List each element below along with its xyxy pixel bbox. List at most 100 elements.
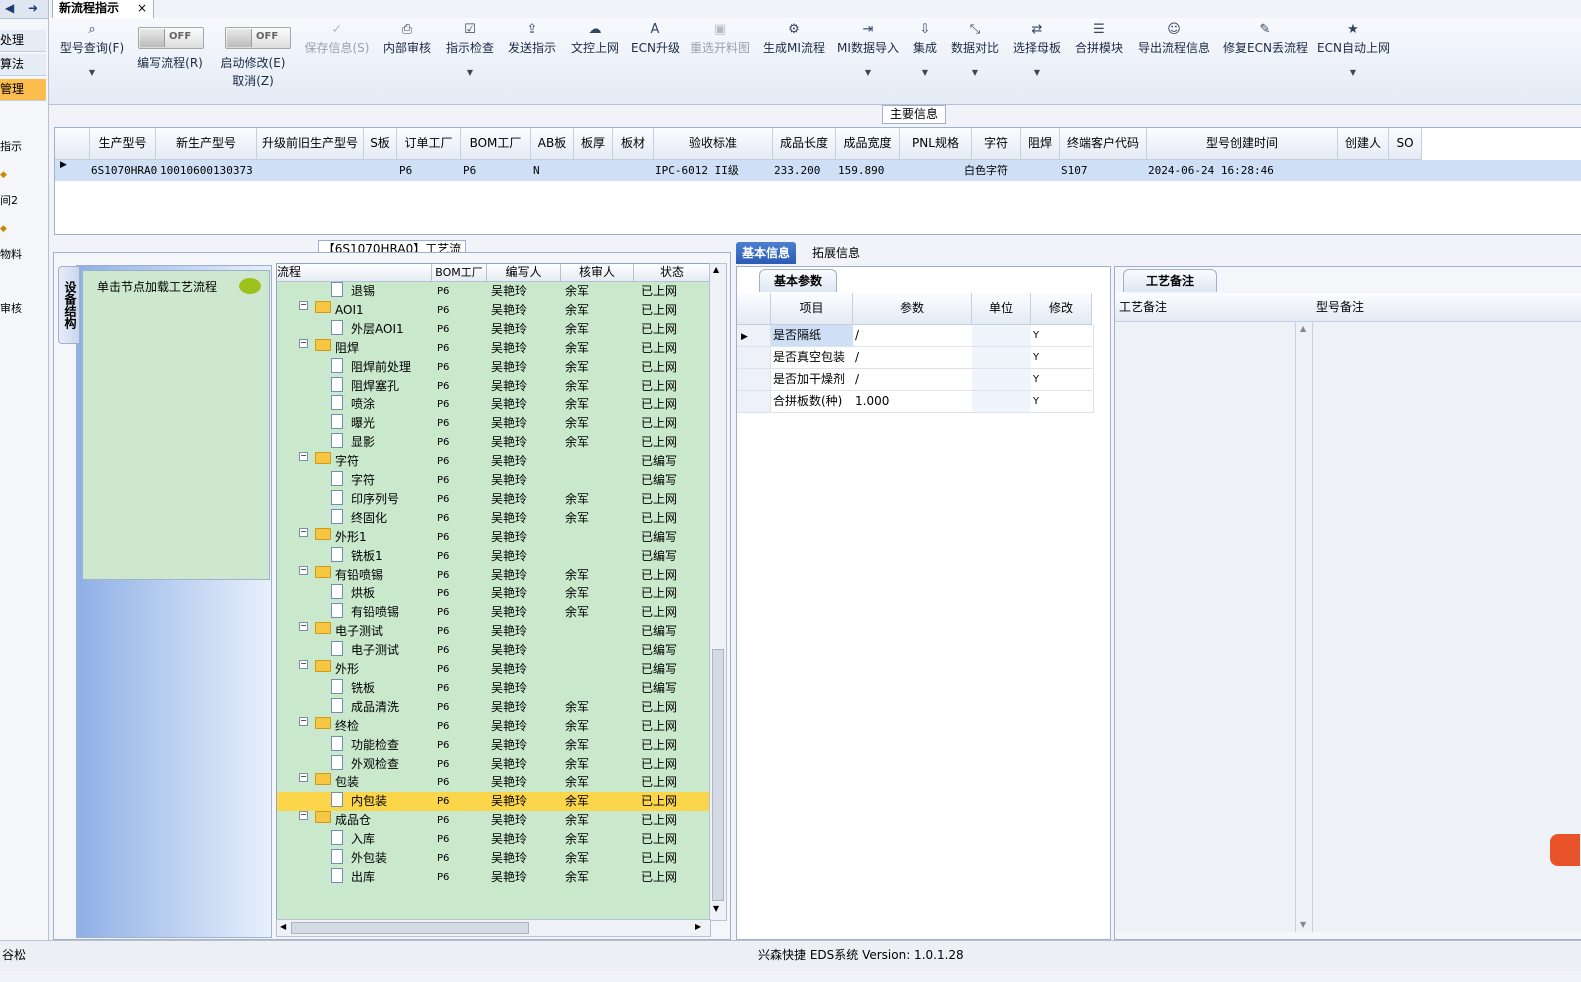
col-header[interactable]: 板材: [613, 128, 654, 160]
tree-row[interactable]: − 包装 P6 吴艳玲 余军 已上网: [277, 773, 710, 792]
tab-extended-info[interactable]: 拓展信息: [806, 242, 866, 264]
param-value-cell[interactable]: /: [853, 347, 974, 369]
instruction-check-button[interactable]: ☑ 指示检查 ▼: [444, 21, 496, 77]
nav-item-management[interactable]: 管理: [0, 79, 46, 101]
tree-row[interactable]: 喷涂 P6 吴艳玲 余军 已上网: [277, 395, 710, 414]
tree-row[interactable]: 有铅喷锡 P6 吴艳玲 余军 已上网: [277, 603, 710, 622]
scroll-thumb[interactable]: [291, 922, 529, 934]
tree-row[interactable]: 外观检查 P6 吴艳玲 余军 已上网: [277, 754, 710, 774]
row-indicator[interactable]: [737, 369, 771, 391]
tree-row[interactable]: 阻焊前处理 P6 吴艳玲 余军 已上网: [277, 357, 710, 377]
tree-row[interactable]: 印序列号 P6 吴艳玲 余军 已上网: [277, 489, 710, 509]
scroll-right-icon[interactable]: ▶: [695, 922, 701, 931]
tree-row[interactable]: 烘板 P6 吴艳玲 余军 已上网: [277, 584, 710, 603]
auto-modify-toggle[interactable]: OFF: [225, 27, 291, 49]
model-notes-area[interactable]: [1313, 322, 1581, 932]
tree-row[interactable]: 铣板1 P6 吴艳玲 已编写: [277, 546, 710, 566]
tree-row[interactable]: 铣板 P6 吴艳玲 已编写: [277, 678, 710, 698]
reselect-chart-button[interactable]: ▣ 重选开料图: [689, 21, 751, 56]
ecn-auto-online-button[interactable]: ★ ECN自动上网 ▼: [1317, 21, 1390, 77]
select-mother-board-button[interactable]: ⇄ 选择母板 ▼: [1011, 21, 1063, 77]
vertical-tab-structure[interactable]: 设备结构: [58, 266, 80, 344]
scroll-thumb[interactable]: [712, 649, 724, 901]
tree-row[interactable]: 字符 P6 吴艳玲 已编写: [277, 471, 710, 490]
tree-row[interactable]: 功能检查 P6 吴艳玲 余军 已上网: [277, 735, 710, 755]
write-flow-toggle[interactable]: OFF: [138, 27, 204, 49]
scroll-up-icon[interactable]: ▲: [1300, 324, 1306, 333]
tree-row[interactable]: 显影 P6 吴艳玲 余军 已上网: [277, 433, 710, 452]
integrate-button[interactable]: ⇩ 集成 ▼: [909, 21, 941, 77]
param-modify-cell[interactable]: Y: [1031, 391, 1094, 413]
mi-data-import-button[interactable]: ⇥ MI数据导入 ▼: [835, 21, 901, 77]
tree-col-header[interactable]: 状态: [634, 264, 710, 282]
param-unit-cell[interactable]: [972, 347, 1033, 369]
nav-leaf-material[interactable]: 物料: [0, 246, 22, 262]
col-header[interactable]: 升级前旧生产型号: [257, 128, 364, 160]
tree-row[interactable]: − 成品仓 P6 吴艳玲 余军 已上网: [277, 811, 710, 830]
repair-ecn-button[interactable]: ✎ 修复ECN丢流程: [1223, 21, 1308, 56]
param-col-header[interactable]: 单位: [972, 293, 1031, 325]
tree-row[interactable]: − 外形 P6 吴艳玲 已编写: [277, 660, 710, 679]
tree-row[interactable]: 成品清洗 P6 吴艳玲 余军 已上网: [277, 697, 710, 717]
param-unit-cell[interactable]: [972, 369, 1033, 391]
nav-leaf-review[interactable]: 审核: [0, 300, 22, 316]
col-header[interactable]: SO: [1389, 128, 1422, 160]
col-header[interactable]: 成品宽度: [836, 128, 900, 160]
col-header[interactable]: 型号创建时间: [1147, 128, 1338, 160]
tree-row[interactable]: 电子测试 P6 吴艳玲 已编写: [277, 641, 710, 660]
col-header[interactable]: PNL规格: [900, 128, 972, 160]
param-unit-cell[interactable]: [972, 325, 1033, 347]
param-col-header[interactable]: 参数: [853, 293, 972, 325]
tree-col-header[interactable]: 编写人: [487, 264, 561, 282]
document-tab[interactable]: 新流程指示 ×: [52, 0, 154, 19]
tree-row[interactable]: − AOI1 P6 吴艳玲 余军 已上网: [277, 300, 710, 320]
tree-row[interactable]: 入库 P6 吴艳玲 余军 已上网: [277, 830, 710, 849]
scroll-left-icon[interactable]: ◀: [280, 922, 286, 931]
notes-tab[interactable]: 工艺备注: [1123, 269, 1217, 292]
col-header[interactable]: 订单工厂: [397, 128, 461, 160]
tree-row[interactable]: 阻焊塞孔 P6 吴艳玲 余军 已上网: [277, 376, 710, 396]
tree-row[interactable]: 内包装 P6 吴艳玲 余军 已上网: [277, 792, 710, 812]
col-header[interactable]: AB板: [531, 128, 574, 160]
data-compare-button[interactable]: ⤡ 数据对比 ▼: [949, 21, 1001, 77]
tree-row[interactable]: 曝光 P6 吴艳玲 余军 已上网: [277, 414, 710, 433]
col-header[interactable]: 阻焊: [1021, 128, 1060, 160]
row-indicator[interactable]: [737, 347, 771, 369]
scroll-down-icon[interactable]: ▼: [713, 904, 719, 913]
param-unit-cell[interactable]: [972, 391, 1033, 413]
process-notes-area[interactable]: [1115, 322, 1296, 932]
generate-mi-flow-button[interactable]: ⚙ 生成MI流程: [761, 21, 827, 56]
ecn-upgrade-button[interactable]: A ECN升级: [631, 21, 680, 56]
tree-row[interactable]: 外层AOI1 P6 吴艳玲 余军 已上网: [277, 319, 710, 339]
tree-row[interactable]: − 字符 P6 吴艳玲 已编写: [277, 452, 710, 471]
model-query-button[interactable]: ⌕ 型号查询(F) ▼: [57, 21, 127, 77]
col-header[interactable]: 生产型号: [90, 128, 156, 160]
login-icon[interactable]: ➜: [28, 1, 38, 15]
tree-col-header[interactable]: 核审人: [561, 264, 634, 282]
scroll-up-icon[interactable]: ▲: [713, 265, 719, 274]
export-flow-info-button[interactable]: ☺ 导出流程信息: [1137, 21, 1211, 56]
col-header[interactable]: BOM工厂: [461, 128, 531, 160]
doc-online-button[interactable]: ☁ 文控上网: [569, 21, 621, 56]
tree-col-header[interactable]: 流程: [277, 264, 432, 282]
tree-row[interactable]: − 外形1 P6 吴艳玲 已编写: [277, 527, 710, 547]
col-header[interactable]: 成品长度: [773, 128, 836, 160]
row-indicator[interactable]: [737, 391, 771, 413]
basic-params-tab[interactable]: 基本参数: [759, 269, 837, 292]
param-value-cell[interactable]: 1.000: [853, 391, 974, 413]
close-icon[interactable]: ×: [137, 0, 147, 16]
param-col-header[interactable]: 修改: [1031, 293, 1092, 325]
send-instruction-button[interactable]: ⇪ 发送指示: [506, 21, 558, 56]
col-header[interactable]: S板: [364, 128, 397, 160]
param-modify-cell[interactable]: Y: [1031, 369, 1094, 391]
param-modify-cell[interactable]: Y: [1031, 347, 1094, 369]
col-header[interactable]: 验收标准: [654, 128, 773, 160]
tree-row[interactable]: − 有铅喷锡 P6 吴艳玲 余军 已上网: [277, 565, 710, 585]
nav-leaf-instruction[interactable]: 指示: [0, 138, 22, 154]
tree-vertical-scrollbar[interactable]: ▲ ▼: [709, 263, 727, 921]
col-header[interactable]: 字符: [972, 128, 1021, 160]
tree-horizontal-scrollbar[interactable]: ◀ ▶: [276, 919, 711, 937]
tree-row[interactable]: 终固化 P6 吴艳玲 余军 已上网: [277, 508, 710, 528]
col-header[interactable]: 新生产型号: [156, 128, 257, 160]
back-arrow-icon[interactable]: ◀: [5, 1, 14, 15]
